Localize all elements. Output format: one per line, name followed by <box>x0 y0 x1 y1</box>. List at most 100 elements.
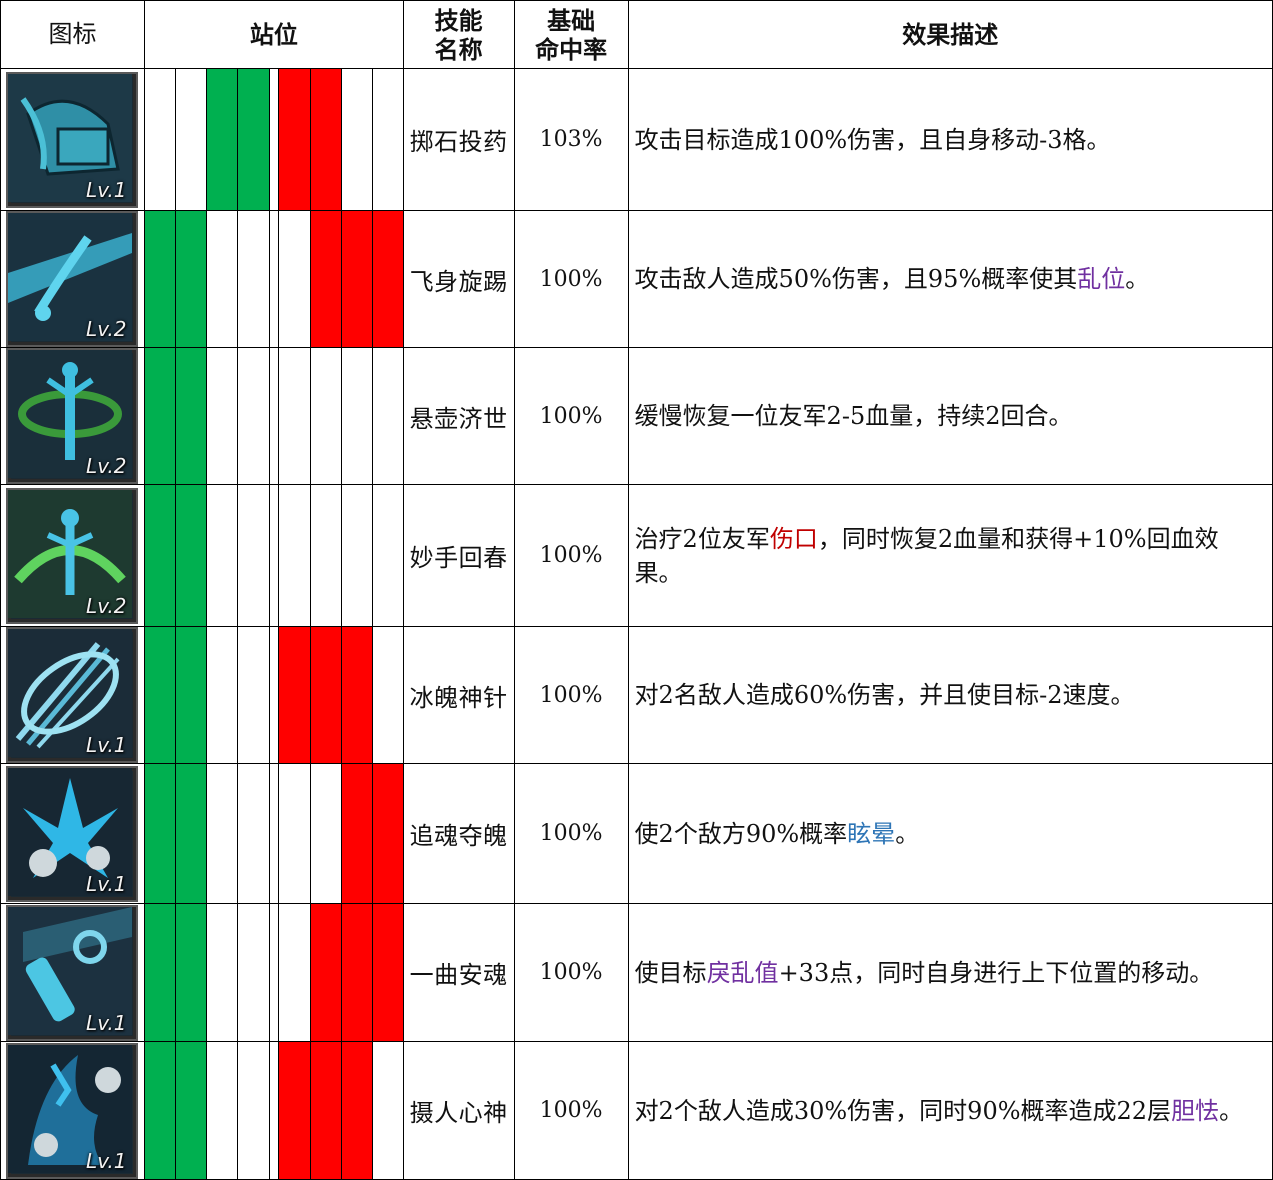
ally-position-4 <box>236 1041 270 1180</box>
enemy-position-1 <box>277 347 311 485</box>
ally-position-3 <box>205 1041 238 1180</box>
skill-icon-cell: Lv.1 <box>0 1041 145 1180</box>
skill-hit-rate: 100% <box>513 484 629 627</box>
skill-name: 掷石投药 <box>402 68 515 211</box>
enemy-position-3 <box>340 484 373 627</box>
skill-icon-cell: Lv.2 <box>0 210 145 348</box>
header-effect: 效果描述 <box>627 0 1273 69</box>
skill-table: 图标 站位 技能 名称 基础 命中率 效果描述 Lv.1 掷石投药 103% 攻击目标… <box>0 0 1273 1180</box>
effect-text: 攻击目标造成100%伤害，且自身移动-3格。 <box>634 125 1111 154</box>
skill-name: 悬壶济世 <box>402 347 515 485</box>
skill-hit-rate: 100% <box>513 1041 629 1180</box>
enemy-position-3 <box>340 626 373 764</box>
skill-level-label: Lv.2 <box>86 454 127 478</box>
skill-level-label: Lv.2 <box>86 317 127 341</box>
skill-effect: 使目标戾乱值+33点，同时自身进行上下位置的移动。 <box>627 903 1273 1042</box>
enemy-position-4 <box>371 347 404 485</box>
position-divider <box>268 210 279 348</box>
effect-keyword: 眩晕 <box>847 819 896 848</box>
position-divider <box>268 903 279 1042</box>
skill-icon-cell: Lv.2 <box>0 484 145 627</box>
skill-icon-cell: Lv.2 <box>0 347 145 485</box>
skill-name: 飞身旋踢 <box>402 210 515 348</box>
enemy-position-1 <box>277 68 311 211</box>
ally-position-4 <box>236 210 270 348</box>
ally-position-2 <box>174 68 207 211</box>
ally-position-3 <box>205 484 238 627</box>
mind-capture-icon: Lv.1 <box>6 1042 139 1179</box>
ally-position-4 <box>236 763 270 904</box>
skill-level-label: Lv.1 <box>86 177 127 202</box>
effect-text: 。 <box>1125 265 1150 293</box>
ally-position-1 <box>143 1041 176 1180</box>
position-divider <box>268 484 279 627</box>
enemy-position-2 <box>309 484 342 627</box>
enemy-position-2 <box>309 347 342 485</box>
effect-text: 使2个敌方90%概率 <box>634 819 848 848</box>
effect-text: 对2名敌人造成60%伤害，并且使目标-2速度。 <box>634 681 1135 709</box>
ally-position-4 <box>236 484 270 627</box>
skill-row: Lv.1 追魂夺魄 100% 使2个敌方90%概率眩晕。 <box>0 763 1273 904</box>
hanging-gourd-heal-icon: Lv.2 <box>6 348 139 484</box>
enemy-position-2 <box>309 626 342 764</box>
skill-effect: 对2名敌人造成60%伤害，并且使目标-2速度。 <box>627 626 1273 764</box>
ally-position-4 <box>236 903 270 1042</box>
enemy-position-4 <box>371 484 404 627</box>
skill-hit-rate: 100% <box>513 626 629 764</box>
enemy-position-1 <box>277 210 311 348</box>
ally-position-3 <box>205 763 238 904</box>
enemy-position-1 <box>277 763 311 904</box>
enemy-position-3 <box>340 210 373 348</box>
header-hit-rate-line2: 命中率 <box>535 34 608 64</box>
effect-text: 。 <box>895 819 920 848</box>
soul-chasing-burst-icon: Lv.1 <box>6 765 139 902</box>
ally-position-3 <box>205 210 238 348</box>
skill-level-label: Lv.1 <box>86 733 127 757</box>
effect-keyword: 胆怯 <box>1171 1096 1220 1125</box>
effect-text: 。 <box>1219 1096 1244 1125</box>
enemy-position-4 <box>371 626 404 764</box>
ally-position-1 <box>143 626 176 764</box>
skill-hit-rate: 100% <box>513 210 629 348</box>
skill-row: Lv.2 妙手回春 100% 治疗2位友军伤口，同时恢复2血量和获得+10%回血效果。 <box>0 484 1273 627</box>
ally-position-1 <box>143 347 176 485</box>
ally-position-2 <box>174 484 207 627</box>
enemy-position-4 <box>371 763 404 904</box>
skill-hit-rate: 100% <box>513 903 629 1042</box>
effect-text: 对2个敌人造成30%伤害，同时90%概率造成22层 <box>634 1096 1172 1125</box>
skill-row: Lv.1 冰魄神针 100% 对2名敌人造成60%伤害，并且使目标-2速度。 <box>0 626 1273 764</box>
ally-position-3 <box>205 347 238 485</box>
skill-level-label: Lv.1 <box>86 1148 127 1173</box>
ally-position-1 <box>143 903 176 1042</box>
header-skill-name-line2: 名称 <box>434 34 483 64</box>
enemy-position-1 <box>277 484 311 627</box>
skill-effect: 使2个敌方90%概率眩晕。 <box>627 763 1273 904</box>
skill-icon-cell: Lv.1 <box>0 626 145 764</box>
enemy-position-2 <box>309 903 342 1042</box>
ally-position-4 <box>236 626 270 764</box>
effect-text: 缓慢恢复一位友军2-5血量，持续2回合。 <box>634 402 1073 430</box>
skill-hit-rate: 100% <box>513 763 629 904</box>
skill-effect: 攻击目标造成100%伤害，且自身移动-3格。 <box>627 68 1273 211</box>
ally-position-4 <box>236 347 270 485</box>
effect-keyword: 戾乱值 <box>706 958 779 987</box>
enemy-position-4 <box>371 68 404 211</box>
skill-hit-rate: 103% <box>513 68 629 211</box>
skill-name: 冰魄神针 <box>402 626 515 764</box>
skill-row: Lv.2 飞身旋踢 100% 攻击敌人造成50%伤害，且95%概率使其乱位。 <box>0 210 1273 348</box>
skill-row: Lv.1 掷石投药 103% 攻击目标造成100%伤害，且自身移动-3格。 <box>0 68 1273 211</box>
header-hit-rate-line1: 基础 <box>547 5 596 35</box>
position-divider <box>268 626 279 764</box>
ally-position-3 <box>205 626 238 764</box>
ally-position-1 <box>143 210 176 348</box>
ally-position-2 <box>174 626 207 764</box>
soul-calming-flute-icon: Lv.1 <box>6 904 139 1041</box>
skill-level-label: Lv.1 <box>86 871 127 896</box>
enemy-position-4 <box>371 1041 404 1180</box>
ally-position-1 <box>143 763 176 904</box>
enemy-position-2 <box>309 210 342 348</box>
skill-name: 追魂夺魄 <box>402 763 515 904</box>
miracle-hand-heal-icon: Lv.2 <box>6 487 139 624</box>
effect-text: 攻击敌人造成50%伤害，且95%概率使其 <box>634 265 1078 293</box>
ally-position-4 <box>236 68 270 211</box>
